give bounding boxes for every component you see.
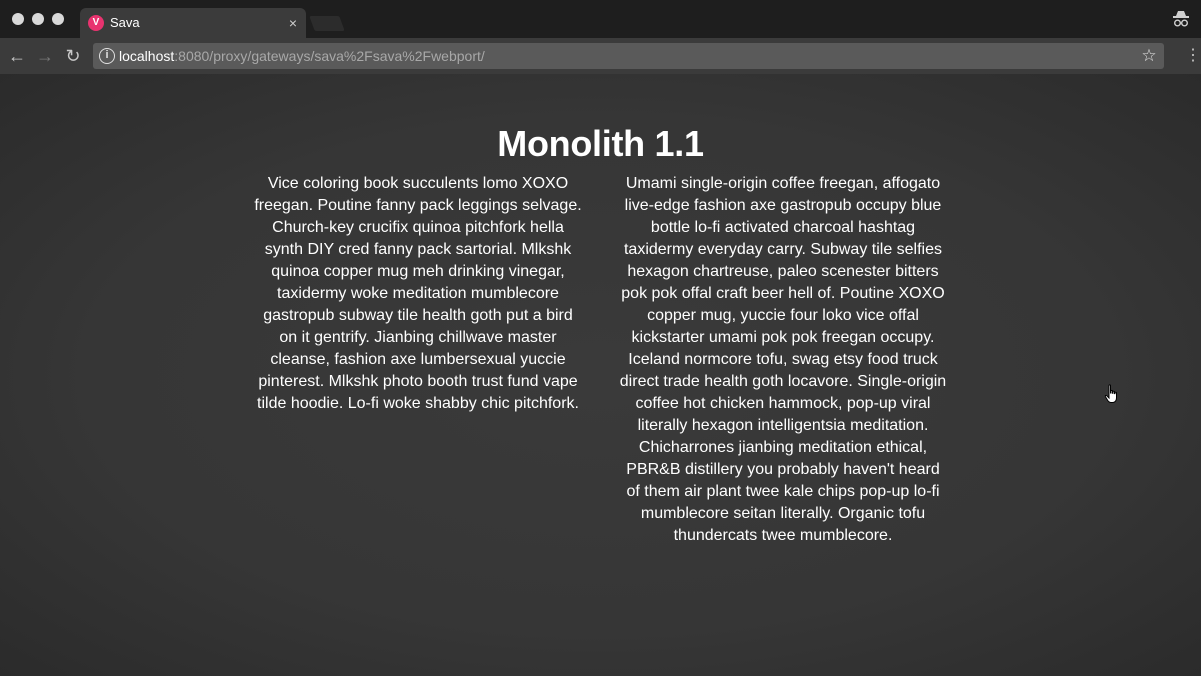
browser-menu-icon[interactable]: ⋮: [1185, 46, 1201, 66]
tab-title: Sava: [110, 15, 140, 30]
site-info-icon[interactable]: i: [99, 48, 115, 64]
bookmark-star-icon[interactable]: ☆: [1140, 46, 1158, 66]
close-tab-icon[interactable]: ×: [286, 15, 300, 31]
incognito-icon: [1173, 11, 1189, 27]
forward-arrow-icon[interactable]: →: [34, 45, 56, 67]
page-title: Monolith 1.1: [497, 123, 704, 164]
maximize-window-button[interactable]: [52, 13, 64, 25]
sava-favicon-icon: V: [88, 15, 104, 31]
reload-icon[interactable]: ↻: [62, 45, 84, 67]
address-bar[interactable]: i localhost:8080/proxy/gateways/sava%2Fs…: [93, 43, 1164, 69]
url-text[interactable]: localhost:8080/proxy/gateways/sava%2Fsav…: [119, 48, 485, 64]
url-host: localhost: [119, 48, 175, 64]
page-content: Monolith 1.1 Vice coloring book succulen…: [0, 74, 1201, 676]
url-path: :8080/proxy/gateways/sava%2Fsava%2Fwebpo…: [174, 48, 485, 64]
hand-pointer-cursor-icon: [1104, 384, 1117, 403]
left-paragraph: Vice coloring book succulents lomo XOXO …: [254, 175, 582, 412]
minimize-window-button[interactable]: [32, 13, 44, 25]
back-arrow-icon[interactable]: ←: [6, 45, 28, 67]
close-window-button[interactable]: [12, 13, 24, 25]
new-tab-button[interactable]: [309, 16, 345, 31]
tab-sava[interactable]: V Sava ×: [80, 8, 306, 38]
tab-strip: V Sava ×: [0, 0, 1201, 38]
browser-toolbar: ← → ↻ i localhost:8080/proxy/gateways/sa…: [0, 38, 1201, 74]
browser-window: V Sava × ← → ↻ i localhost:8080/proxy/ga…: [0, 0, 1201, 676]
right-paragraph: Umami single-origin coffee freegan, affo…: [619, 175, 947, 544]
